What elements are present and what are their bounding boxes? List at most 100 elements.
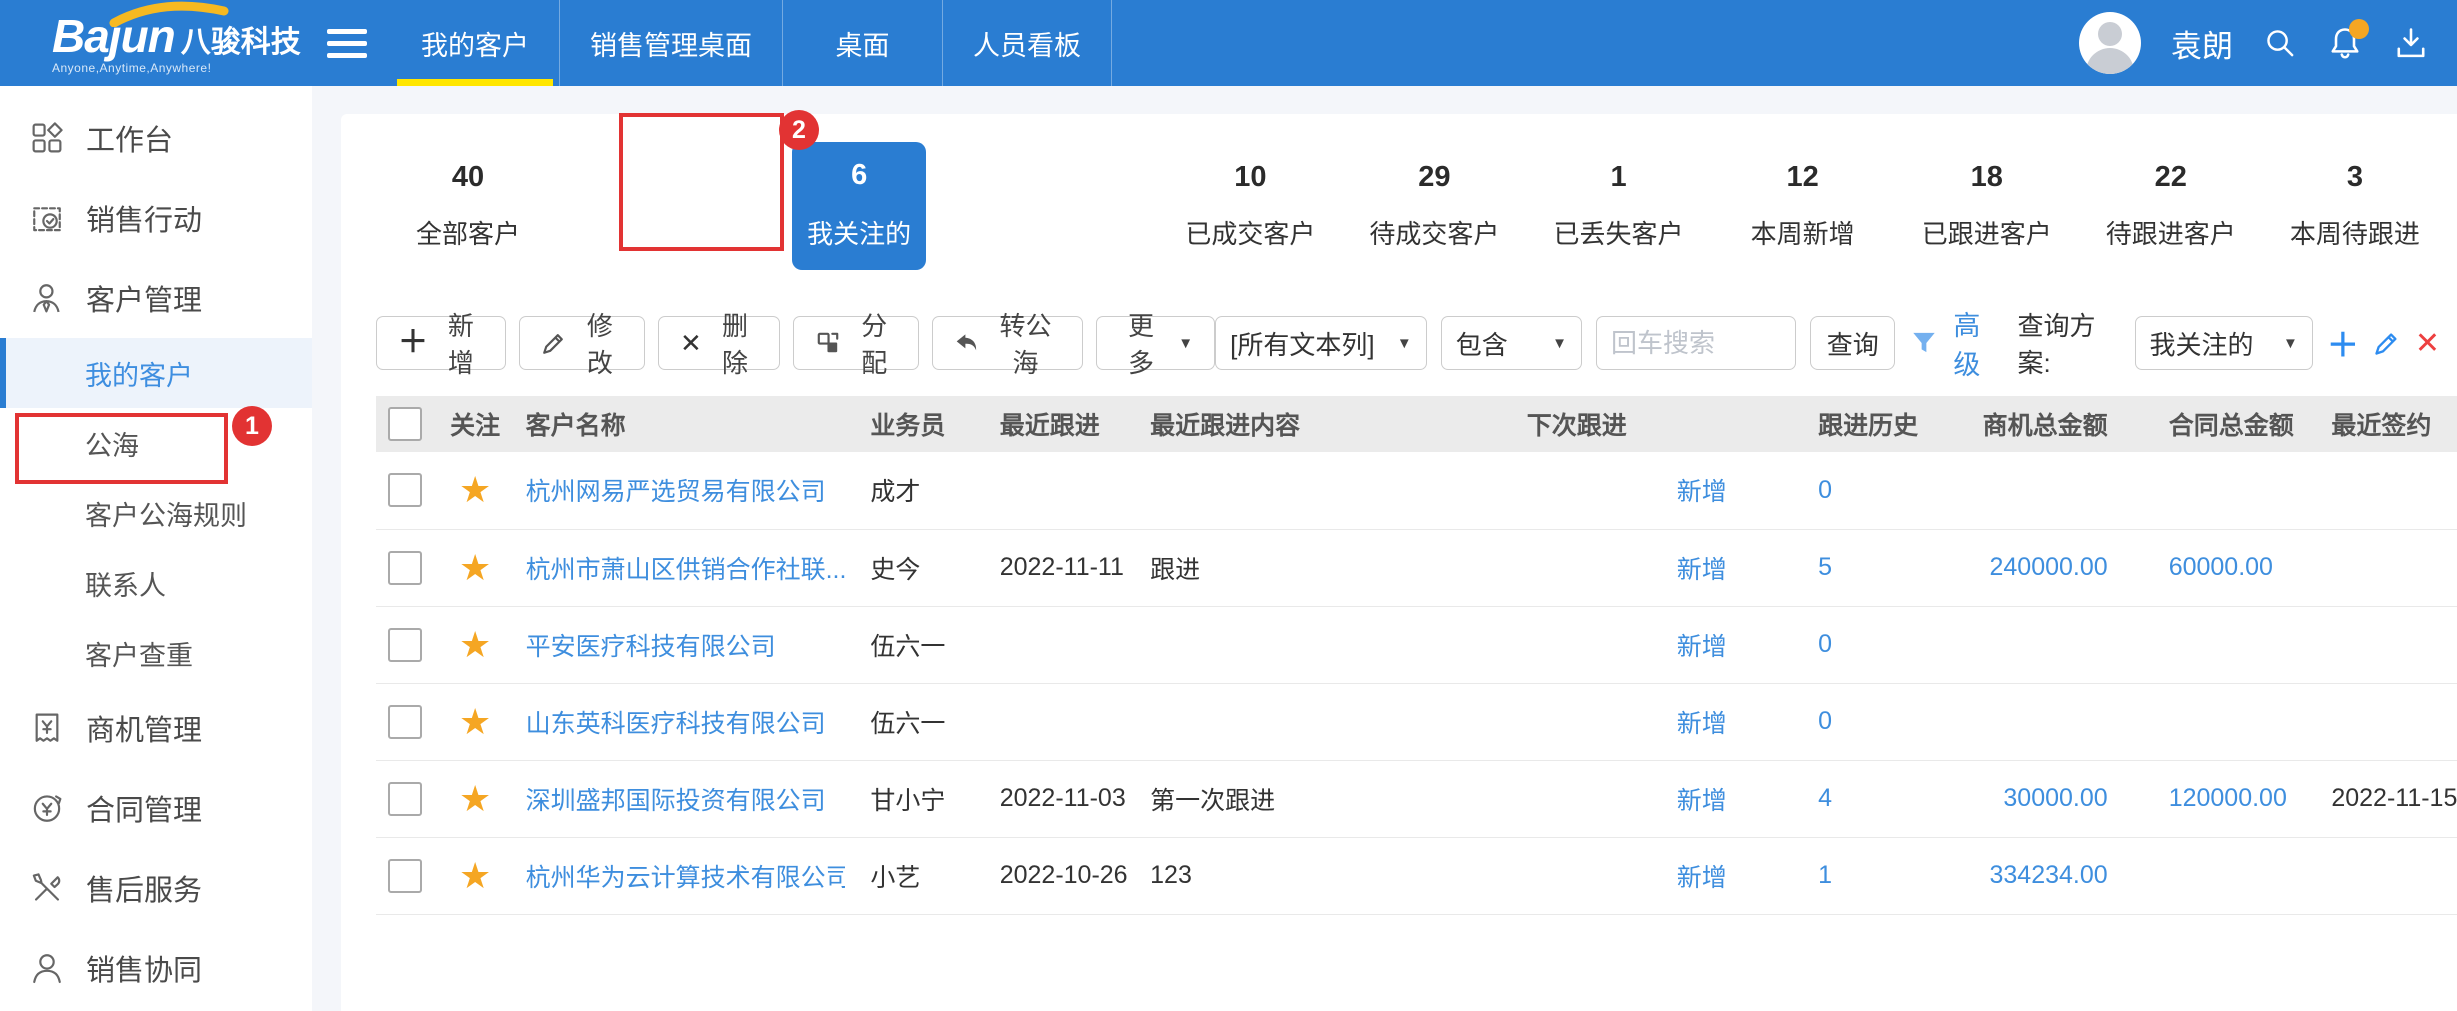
contract-amount-link[interactable]: 120000.00	[2169, 784, 2287, 812]
operator-select[interactable]: 包含▼	[1441, 316, 1582, 370]
next-follow-link[interactable]: 新增	[1677, 710, 1727, 738]
next-follow-link[interactable]: 新增	[1677, 478, 1727, 506]
scheme-select[interactable]: 我关注的▼	[2135, 316, 2313, 370]
owner-cell: 史今	[845, 529, 975, 606]
star-icon[interactable]: ★	[459, 778, 491, 819]
follow-history-link[interactable]: 0	[1818, 707, 1832, 735]
toolbar: ＋新增修改✕删除分配转公海更多▼ [所有文本列]▼ 包含▼ 查询	[376, 304, 2457, 382]
next-follow-link[interactable]: 新增	[1677, 556, 1727, 584]
star-icon[interactable]: ★	[459, 701, 491, 742]
search-input[interactable]	[1596, 316, 1796, 370]
row-checkbox[interactable]	[388, 705, 422, 739]
opportunity-amount-link[interactable]: 30000.00	[2003, 784, 2107, 812]
follow-history-link[interactable]: 5	[1818, 553, 1832, 581]
avatar[interactable]	[2079, 12, 2141, 74]
opportunity-amount-link[interactable]: 334234.00	[1990, 861, 2108, 889]
header-checkbox-cell	[376, 396, 439, 452]
bell-icon[interactable]	[2327, 25, 2363, 61]
stat-my-followed[interactable]: 6 我关注的	[792, 142, 926, 270]
table-row: ★ 深圳盛邦国际投资有限公司 甘小宁 2022-11-03 第一次跟进 新增 4…	[376, 760, 2457, 837]
sidebar-item-contacts[interactable]: 联系人	[0, 548, 312, 618]
column-header[interactable]: 商机总金额	[1967, 396, 2165, 452]
column-header[interactable]: 下次跟进	[1487, 396, 1810, 452]
row-checkbox[interactable]	[388, 859, 422, 893]
row-checkbox[interactable]	[388, 782, 422, 816]
stat-closed-customers[interactable]: 10 已成交客户	[1158, 161, 1342, 251]
sidebar-item-contract-management[interactable]: 合同管理	[0, 768, 312, 848]
next-follow-link[interactable]: 新增	[1677, 864, 1727, 892]
menu-icon[interactable]	[312, 0, 382, 86]
customer-name-link[interactable]: 杭州网易严选贸易有限公司	[526, 478, 826, 506]
row-checkbox[interactable]	[388, 628, 422, 662]
next-follow-link[interactable]: 新增	[1677, 633, 1727, 661]
stat-pending-customers[interactable]: 29 待成交客户	[1342, 161, 1526, 251]
add-scheme-button[interactable]: ＋	[2327, 320, 2359, 366]
top-navbar: Bajun八骏科技 Anyone,Anytime,Anywhere! 我的客户销…	[0, 0, 2457, 86]
customer-name-link[interactable]: 山东英科医疗科技有限公司	[526, 710, 826, 738]
tab-sales-management-desktop[interactable]: 销售管理桌面	[560, 0, 783, 86]
customer-name-link[interactable]: 深圳盛邦国际投资有限公司	[526, 787, 826, 815]
add-button[interactable]: ＋新增	[376, 316, 506, 370]
star-icon[interactable]: ★	[459, 547, 491, 588]
advanced-filter-link[interactable]: 高级	[1953, 304, 2003, 382]
tab-staff-board[interactable]: 人员看板	[943, 0, 1112, 86]
sidebar-item-customer-management[interactable]: 客户管理	[0, 258, 312, 338]
column-header[interactable]: 合同总金额	[2165, 396, 2327, 452]
star-icon[interactable]: ★	[459, 624, 491, 665]
star-icon[interactable]: ★	[459, 469, 491, 510]
sidebar-item-sales-collaboration[interactable]: 销售协同	[0, 928, 312, 1008]
more-button[interactable]: 更多▼	[1096, 316, 1215, 370]
circle-yen-icon	[30, 791, 64, 825]
sidebar-item-after-sales-service[interactable]: 售后服务	[0, 848, 312, 928]
column-header[interactable]: 关注	[439, 396, 512, 452]
follow-history-link[interactable]: 0	[1818, 630, 1832, 658]
delete-scheme-button[interactable]: ✕	[2415, 326, 2440, 361]
edit-scheme-icon[interactable]	[2373, 329, 2401, 357]
download-icon[interactable]	[2393, 25, 2429, 61]
column-select[interactable]: [所有文本列]▼	[1215, 316, 1427, 370]
edit-button[interactable]: 修改	[519, 316, 645, 370]
filter-funnel-icon[interactable]	[1909, 328, 1939, 358]
stat-new-this-week[interactable]: 12 本周新增	[1711, 161, 1895, 251]
row-checkbox[interactable]	[388, 551, 422, 585]
button-label: 删除	[712, 306, 758, 380]
query-button[interactable]: 查询	[1810, 316, 1895, 370]
column-header[interactable]: 最近跟进	[976, 396, 1132, 452]
sidebar-item-customer-pool-rules[interactable]: 客户公海规则	[0, 478, 312, 548]
follow-history-link[interactable]: 1	[1818, 861, 1832, 889]
column-header[interactable]: 最近跟进内容	[1132, 396, 1487, 452]
stat-lost-customers[interactable]: 1 已丢失客户	[1526, 161, 1710, 251]
stat-all-customers[interactable]: 40 全部客户	[376, 161, 560, 251]
stat-to-follow-customers[interactable]: 22 待跟进客户	[2079, 161, 2263, 251]
column-header[interactable]: 业务员	[845, 396, 975, 452]
contract-amount-link[interactable]: 60000.00	[2169, 553, 2273, 581]
select-all-checkbox[interactable]	[388, 407, 422, 441]
sidebar-item-customer-dedupe[interactable]: 客户查重	[0, 618, 312, 688]
customer-name-link[interactable]: 杭州华为云计算技术有限公司	[526, 864, 846, 892]
follow-history-link[interactable]: 4	[1818, 784, 1832, 812]
stat-followed-customers[interactable]: 18 已跟进客户	[1895, 161, 2079, 251]
tab-desktop[interactable]: 桌面	[783, 0, 943, 86]
row-checkbox[interactable]	[388, 473, 422, 507]
customer-name-link[interactable]: 杭州市萧山区供销合作社联...	[526, 556, 846, 584]
customer-name-link[interactable]: 平安医疗科技有限公司	[526, 633, 776, 661]
tab-my-customers[interactable]: 我的客户	[390, 0, 560, 86]
column-header[interactable]: 跟进历史	[1810, 396, 1966, 452]
search-icon[interactable]	[2263, 26, 2297, 60]
column-header[interactable]: 最近签约	[2326, 396, 2457, 452]
delete-button[interactable]: ✕删除	[658, 316, 780, 370]
to-public-pool-button[interactable]: 转公海	[932, 316, 1082, 370]
opportunity-amount-link[interactable]: 240000.00	[1990, 553, 2108, 581]
sidebar-item-opportunity-management[interactable]: 商机管理	[0, 688, 312, 768]
assign-button[interactable]: 分配	[793, 316, 919, 370]
next-follow-link[interactable]: 新增	[1677, 787, 1727, 815]
follow-history-link[interactable]: 0	[1818, 476, 1832, 504]
sidebar-item-workbench[interactable]: 工作台	[0, 98, 312, 178]
column-header[interactable]: 客户名称	[512, 396, 846, 452]
tools-icon	[30, 871, 64, 905]
sidebar-item-sales-action[interactable]: 销售行动	[0, 178, 312, 258]
sidebar-item-my-customers[interactable]: 我的客户	[0, 338, 312, 408]
user-name[interactable]: 袁朗	[2171, 21, 2233, 66]
stat-to-follow-this-week[interactable]: 3 本周待跟进	[2263, 161, 2447, 251]
star-icon[interactable]: ★	[459, 855, 491, 896]
